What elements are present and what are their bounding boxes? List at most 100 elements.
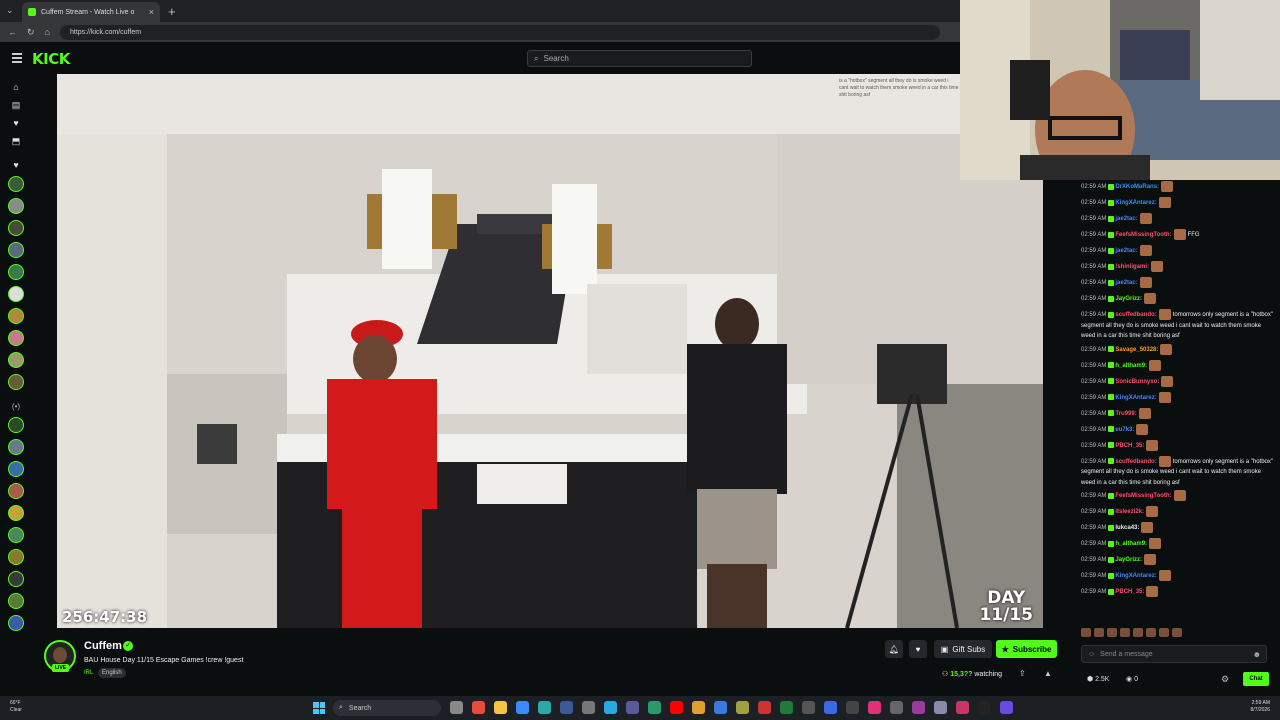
followed-channel-avatar[interactable]: [8, 176, 24, 192]
chat-username[interactable]: jae2tac:: [1115, 216, 1137, 222]
chat-username[interactable]: jae2tac:: [1115, 280, 1137, 286]
following-nav-icon[interactable]: ♥: [11, 118, 21, 128]
app-icon[interactable]: [604, 701, 617, 714]
app-icon[interactable]: [714, 701, 727, 714]
chat-username[interactable]: eu7k3:: [1115, 427, 1134, 433]
channel-name[interactable]: Cuffem: [84, 640, 122, 652]
app-icon[interactable]: [736, 701, 749, 714]
recommended-channel-avatar[interactable]: [8, 593, 24, 609]
favorites-icon[interactable]: ♥: [11, 160, 21, 170]
chat-username[interactable]: h_altham9:: [1115, 363, 1147, 369]
system-clock[interactable]: 2:59 AM 8/7/2026: [1180, 700, 1270, 714]
recommended-channel-avatar[interactable]: [8, 461, 24, 477]
browse-nav-icon[interactable]: ▤: [11, 100, 21, 110]
tab-menu-icon[interactable]: ⌄: [6, 5, 14, 16]
chat-username[interactable]: jae2tac:: [1115, 248, 1137, 254]
chat-username[interactable]: KingXAntarez:: [1115, 573, 1156, 579]
app-icon[interactable]: [582, 701, 595, 714]
app-icon[interactable]: [868, 701, 881, 714]
app-icon[interactable]: [626, 701, 639, 714]
follow-button[interactable]: ♥: [909, 640, 927, 658]
report-icon[interactable]: ▲: [1044, 669, 1052, 678]
kick-logo[interactable]: KICK: [32, 50, 70, 68]
share-icon[interactable]: ⇪: [1019, 669, 1026, 678]
back-icon[interactable]: ←: [8, 27, 17, 37]
app-icon[interactable]: [560, 701, 573, 714]
followed-channel-avatar[interactable]: [8, 220, 24, 236]
recommended-channel-avatar[interactable]: [8, 439, 24, 455]
language-tag[interactable]: English: [98, 668, 126, 678]
taskbar-search[interactable]: ⌕ Search: [333, 700, 441, 716]
recommended-channel-avatar[interactable]: [8, 615, 24, 631]
recommended-channel-avatar[interactable]: [8, 571, 24, 587]
app-icon[interactable]: [670, 701, 683, 714]
chat-username[interactable]: FeefsMissingTooth:: [1115, 232, 1171, 238]
explorer-app-icon[interactable]: [494, 701, 507, 714]
chat-username[interactable]: SonicBunnyxo:: [1115, 379, 1159, 385]
chat-username[interactable]: lukca43:: [1115, 525, 1139, 531]
menu-icon[interactable]: [12, 53, 22, 65]
chat-username[interactable]: KingXAntarez:: [1115, 200, 1156, 206]
followed-channel-avatar[interactable]: [8, 286, 24, 302]
subscribe-button[interactable]: ★ Subscribe: [996, 640, 1057, 658]
app-icon[interactable]: [978, 701, 991, 714]
recommended-channel-avatar[interactable]: [8, 549, 24, 565]
chat-username[interactable]: itsleezi2k:: [1115, 509, 1144, 515]
weather-widget[interactable]: 66°F Clear: [10, 700, 22, 714]
chat-username[interactable]: scuffedbando:: [1115, 459, 1156, 465]
chat-username[interactable]: Tru999:: [1115, 411, 1136, 417]
app-icon[interactable]: [956, 701, 969, 714]
search-input[interactable]: ⌕ Search: [527, 50, 752, 67]
followed-channel-avatar[interactable]: [8, 374, 24, 390]
store-app-icon[interactable]: [516, 701, 529, 714]
app-icon[interactable]: [890, 701, 903, 714]
chat-username[interactable]: JayGrizz:: [1115, 296, 1142, 302]
chat-username[interactable]: !shiniigami:: [1115, 264, 1149, 270]
reload-icon[interactable]: ↻: [27, 27, 35, 38]
chat-username[interactable]: JayGrizz:: [1115, 557, 1142, 563]
kicks-balance[interactable]: ◉ 0: [1126, 675, 1138, 683]
followed-channel-avatar[interactable]: [8, 330, 24, 346]
gear-icon[interactable]: ⚙: [1221, 674, 1229, 685]
app-icon[interactable]: [692, 701, 705, 714]
recommended-channel-avatar[interactable]: [8, 505, 24, 521]
app-icon[interactable]: [780, 701, 793, 714]
app-icon[interactable]: [934, 701, 947, 714]
home-nav-icon[interactable]: ⌂: [11, 82, 21, 92]
edge-app-icon[interactable]: [538, 701, 551, 714]
recommended-channel-avatar[interactable]: [8, 527, 24, 543]
emoji-icon[interactable]: ☻: [1253, 650, 1261, 659]
chat-username[interactable]: scuffedbando:: [1115, 312, 1156, 318]
task-view-icon[interactable]: [450, 701, 463, 714]
recommended-channel-avatar[interactable]: [8, 483, 24, 499]
browser-tab[interactable]: Cuffem Stream - Watch Live o ×: [22, 2, 160, 22]
category-link[interactable]: IRL: [84, 670, 93, 676]
app-icon[interactable]: [824, 701, 837, 714]
chat-username[interactable]: h_altham9:: [1115, 541, 1147, 547]
app-icon[interactable]: [802, 701, 815, 714]
followed-channel-avatar[interactable]: [8, 264, 24, 280]
video-player[interactable]: is a "hotbox" segment all they do is smo…: [57, 74, 1043, 628]
new-tab-button[interactable]: +: [168, 4, 176, 19]
chat-username[interactable]: PBCH_35:: [1115, 443, 1144, 449]
app-icon[interactable]: [758, 701, 771, 714]
tab-close-icon[interactable]: ×: [149, 7, 154, 17]
followed-channel-avatar[interactable]: [8, 308, 24, 324]
chat-username[interactable]: Savage_50328:: [1115, 347, 1158, 353]
recommended-channel-avatar[interactable]: [8, 417, 24, 433]
app-icon[interactable]: [648, 701, 661, 714]
notifications-button[interactable]: 🔔︎: [885, 640, 903, 658]
address-bar[interactable]: https://kick.com/cuffem: [59, 24, 940, 40]
windows-start-icon[interactable]: [313, 702, 325, 714]
send-chat-button[interactable]: Chat: [1243, 672, 1269, 686]
app-icon[interactable]: [912, 701, 925, 714]
channel-points[interactable]: ⬢ 2.5K: [1087, 675, 1109, 683]
app-icon[interactable]: [846, 701, 859, 714]
followed-channel-avatar[interactable]: [8, 198, 24, 214]
followed-channel-avatar[interactable]: [8, 352, 24, 368]
gift-subs-button[interactable]: ▣ Gift Subs: [934, 640, 992, 658]
chat-message-input[interactable]: ☺ Send a message ☻: [1081, 645, 1267, 663]
clips-nav-icon[interactable]: ⬒: [11, 136, 21, 146]
home-icon[interactable]: ⌂: [45, 27, 50, 37]
app-icon[interactable]: [1000, 701, 1013, 714]
